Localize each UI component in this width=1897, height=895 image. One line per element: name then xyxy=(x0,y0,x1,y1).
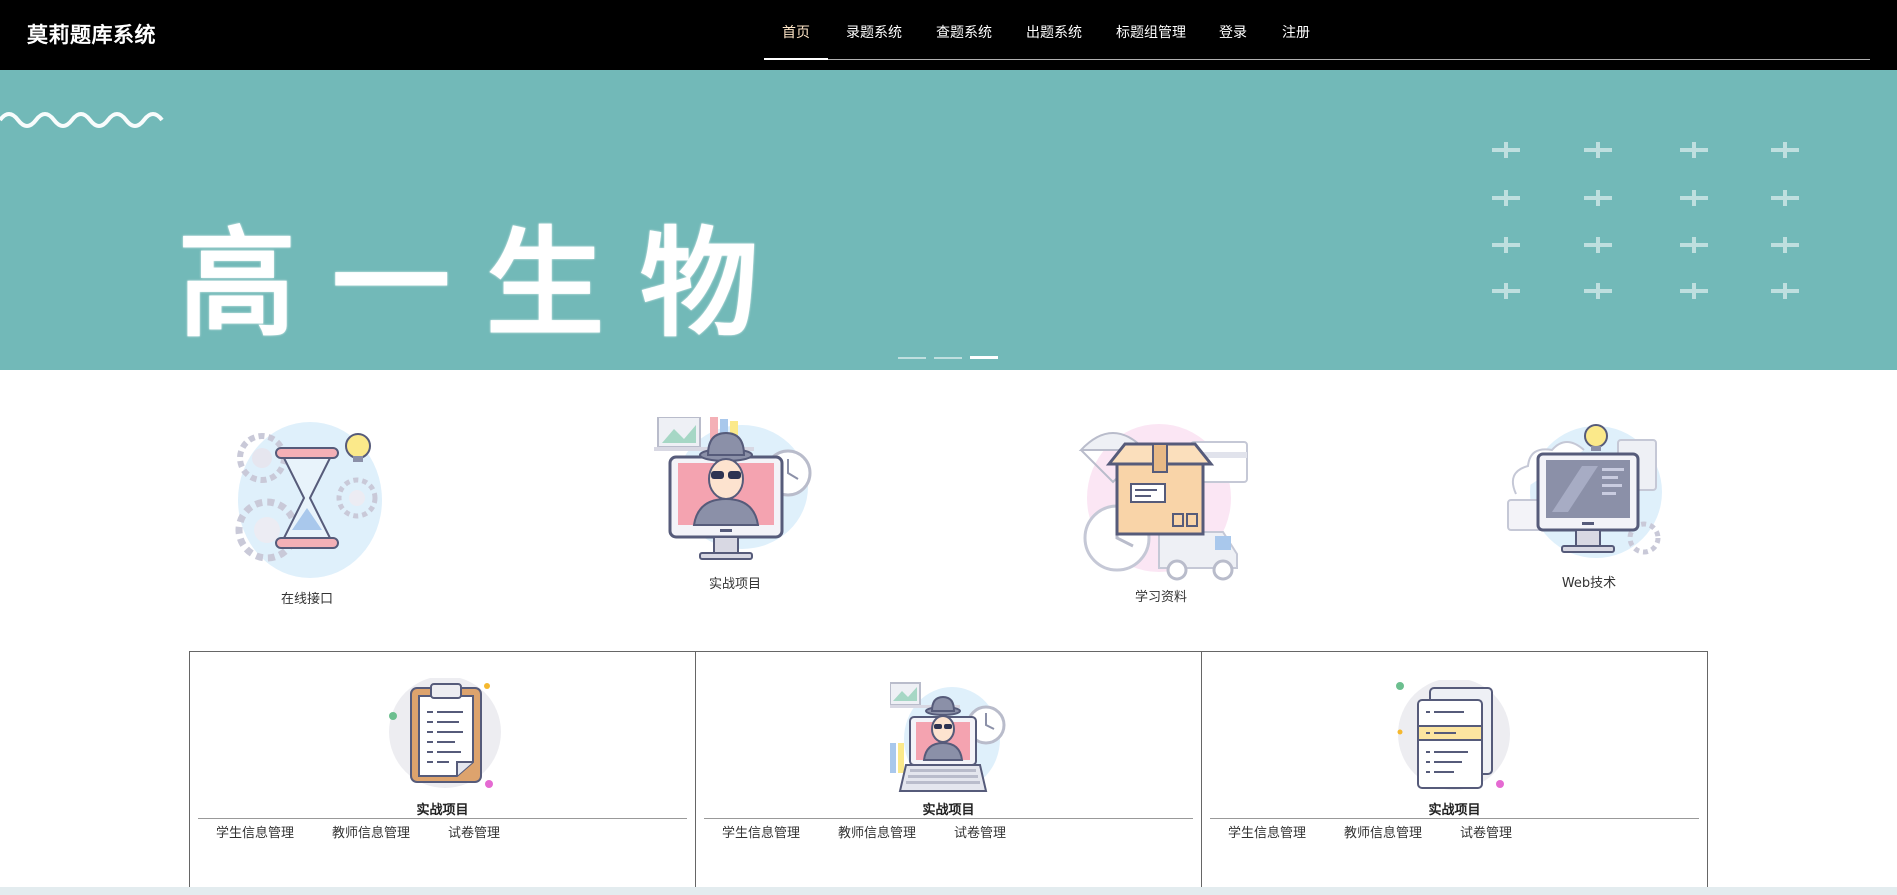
feature-label: 学习资料 xyxy=(1134,590,1187,605)
nav-compose-system[interactable]: 出题系统 xyxy=(1026,22,1082,42)
link-teacher-info-management[interactable]: 教师信息管理 xyxy=(332,822,410,841)
nav-search-system[interactable]: 查题系统 xyxy=(936,22,992,42)
brand-logo[interactable]: 莫莉题库系统 xyxy=(27,19,156,49)
feature-web-tech[interactable]: Web技术 xyxy=(1499,416,1679,591)
main-nav xyxy=(764,0,1870,60)
card-1: 实战项目 学生信息管理 教师信息管理 试卷管理 xyxy=(189,651,696,895)
nav-login[interactable]: 登录 xyxy=(1219,22,1247,42)
banner-title: 高一生物 xyxy=(178,215,795,353)
carousel-dot-3[interactable] xyxy=(970,356,998,359)
card-divider xyxy=(704,818,1193,819)
card-3: 实战项目 学生信息管理 教师信息管理 试卷管理 xyxy=(1201,651,1708,895)
card-title: 实战项目 xyxy=(1428,803,1481,818)
feature-study-materials[interactable]: 学习资料 xyxy=(1071,420,1251,605)
clipboard-icon xyxy=(385,676,501,802)
link-student-info-management[interactable]: 学生信息管理 xyxy=(722,822,800,841)
link-exam-paper-management[interactable]: 试卷管理 xyxy=(448,822,500,841)
feature-practical-projects[interactable]: 实战项目 xyxy=(645,417,825,592)
nav-home[interactable]: 首页 xyxy=(782,22,810,42)
spy-monitor-icon xyxy=(654,417,812,560)
card-divider xyxy=(198,818,687,819)
nav-title-group-management[interactable]: 标题组管理 xyxy=(1116,22,1186,42)
link-exam-paper-management[interactable]: 试卷管理 xyxy=(1460,822,1512,841)
parcel-box-icon xyxy=(1078,424,1248,581)
feature-label: Web技术 xyxy=(1561,576,1617,591)
hourglass-gears-icon xyxy=(235,422,382,578)
link-student-info-management[interactable]: 学生信息管理 xyxy=(1228,822,1306,841)
feature-label: 在线接口 xyxy=(280,592,333,607)
feature-label: 实战项目 xyxy=(708,577,761,592)
link-teacher-info-management[interactable]: 教师信息管理 xyxy=(838,822,916,841)
page-bottom-strip xyxy=(0,887,1897,895)
spy-laptop-icon xyxy=(889,679,1006,803)
card-title: 实战项目 xyxy=(416,803,469,818)
link-student-info-management[interactable]: 学生信息管理 xyxy=(216,822,294,841)
banner-carousel[interactable]: 高一生物 xyxy=(0,70,1897,370)
top-navbar: 莫莉题库系统 首页 录题系统 查题系统 出题系统 标题组管理 登录 注册 xyxy=(0,0,1897,70)
nav-register[interactable]: 注册 xyxy=(1282,22,1310,42)
feature-online-api[interactable]: 在线接口 xyxy=(217,418,397,607)
nav-active-indicator xyxy=(764,58,828,60)
documents-icon xyxy=(1394,678,1510,804)
carousel-dot-1[interactable] xyxy=(898,357,926,359)
link-teacher-info-management[interactable]: 教师信息管理 xyxy=(1344,822,1422,841)
nav-entry-system[interactable]: 录题系统 xyxy=(846,22,902,42)
carousel-dot-2[interactable] xyxy=(934,357,962,359)
card-title: 实战项目 xyxy=(922,803,975,818)
link-exam-paper-management[interactable]: 试卷管理 xyxy=(954,822,1006,841)
card-divider xyxy=(1210,818,1699,819)
card-2: 实战项目 学生信息管理 教师信息管理 试卷管理 xyxy=(695,651,1202,895)
web-monitor-icon xyxy=(1507,424,1662,558)
